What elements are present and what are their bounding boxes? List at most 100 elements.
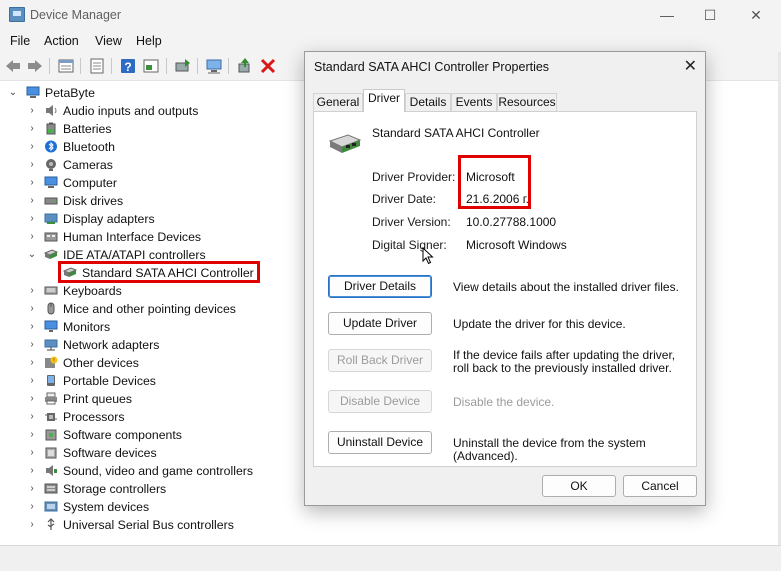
chevron-right-icon[interactable]: ›: [27, 444, 37, 462]
update-driver-description: Update the driver for this device.: [453, 317, 626, 331]
svg-text:!: !: [53, 358, 54, 364]
uninstall-device-description: Uninstall the device from the system (Ad…: [453, 436, 646, 463]
software-component-icon: [45, 429, 57, 441]
provider-date-highlight: [458, 155, 531, 209]
chevron-down-icon[interactable]: ⌄: [8, 84, 18, 102]
chevron-right-icon[interactable]: ›: [27, 174, 37, 192]
monitor-icon: [44, 320, 58, 332]
driver-details-description: View details about the installed driver …: [453, 280, 679, 294]
properties-dialog: Standard SATA AHCI Controller Properties…: [304, 51, 706, 506]
printer-icon: [45, 392, 57, 405]
tree-item-label: Cameras: [63, 158, 113, 172]
update-driver-button[interactable]: Update Driver: [328, 312, 432, 335]
disable-device-button[interactable]: Disable Device: [328, 390, 432, 413]
help-icon[interactable]: ?: [119, 57, 137, 75]
bluetooth-icon: [45, 140, 57, 153]
menu-action[interactable]: Action: [44, 34, 79, 48]
chevron-right-icon[interactable]: ›: [27, 498, 37, 516]
processor-icon: [45, 413, 57, 421]
computer-icon: [26, 86, 40, 98]
driver-provider-label: Driver Provider:: [372, 170, 456, 184]
chevron-right-icon[interactable]: ›: [27, 228, 37, 246]
menu-file[interactable]: File: [10, 34, 30, 48]
chevron-right-icon[interactable]: ›: [27, 516, 37, 534]
chevron-right-icon[interactable]: ›: [27, 426, 37, 444]
ide-controller-icon: [44, 249, 58, 259]
driver-date-label: Driver Date:: [372, 192, 437, 206]
minimize-button[interactable]: —: [652, 5, 682, 25]
tab-details[interactable]: Details: [405, 93, 451, 111]
unknown-device-icon: !: [45, 356, 58, 368]
close-button[interactable]: ✕: [741, 5, 771, 25]
chevron-right-icon[interactable]: ›: [27, 354, 37, 372]
tree-item-label: Network adapters: [63, 338, 160, 352]
update-driver-icon[interactable]: [174, 57, 192, 75]
keyboard-icon: [44, 286, 58, 295]
uninstall-device-button[interactable]: Uninstall Device: [328, 431, 432, 454]
roll-back-driver-description: If the device fails after updating the d…: [453, 348, 676, 375]
back-arrow-icon[interactable]: [4, 57, 22, 75]
show-hidden-icon[interactable]: [88, 57, 106, 75]
tree-item-label: Monitors: [63, 320, 111, 334]
battery-icon: [46, 122, 56, 135]
dialog-close-button[interactable]: ✕: [684, 56, 697, 76]
chevron-right-icon[interactable]: ›: [27, 480, 37, 498]
chevron-right-icon[interactable]: ›: [27, 300, 37, 318]
tab-resources[interactable]: Resources: [497, 93, 557, 111]
chevron-right-icon[interactable]: ›: [27, 156, 37, 174]
tree-item-label: Display adapters: [63, 212, 155, 226]
chevron-right-icon[interactable]: ›: [27, 102, 37, 120]
tree-item-label: System devices: [63, 500, 150, 514]
chevron-right-icon[interactable]: ›: [27, 192, 37, 210]
chevron-right-icon[interactable]: ›: [27, 282, 37, 300]
enable-device-icon[interactable]: [236, 57, 254, 75]
roll-back-driver-button[interactable]: Roll Back Driver: [328, 349, 432, 372]
tree-item-label: Mice and other pointing devices: [63, 302, 236, 316]
tree-item-label: Bluetooth: [63, 140, 115, 154]
scan-hardware-icon[interactable]: [205, 57, 223, 75]
chevron-right-icon[interactable]: ›: [27, 408, 37, 426]
network-adapter-icon: [44, 339, 58, 351]
tree-item-label: Computer: [63, 176, 117, 190]
properties-icon[interactable]: [57, 57, 75, 75]
dialog-title: Standard SATA AHCI Controller Properties: [314, 60, 550, 74]
chevron-right-icon[interactable]: ›: [27, 210, 37, 228]
maximize-button[interactable]: ☐: [695, 5, 725, 25]
chevron-down-icon[interactable]: ⌄: [27, 246, 37, 264]
ok-button[interactable]: OK: [542, 475, 616, 497]
digital-signer-label: Digital Signer:: [372, 238, 447, 252]
disk-drive-icon: [44, 197, 58, 205]
tab-general[interactable]: General: [313, 93, 363, 111]
forward-arrow-icon[interactable]: [26, 57, 44, 75]
selected-device-highlight: [58, 261, 260, 283]
chevron-right-icon[interactable]: ›: [27, 336, 37, 354]
mouse-cursor-icon: [422, 247, 434, 265]
tree-item-label: Storage controllers: [63, 482, 167, 496]
chevron-right-icon[interactable]: ›: [27, 318, 37, 336]
menu-help[interactable]: Help: [136, 34, 162, 48]
cancel-button[interactable]: Cancel: [623, 475, 697, 497]
tree-item-label: Keyboards: [63, 284, 122, 298]
driver-details-button[interactable]: Driver Details: [328, 275, 432, 298]
uninstall-icon[interactable]: [259, 57, 277, 75]
chevron-right-icon[interactable]: ›: [27, 390, 37, 408]
chevron-right-icon[interactable]: ›: [27, 120, 37, 138]
tab-driver[interactable]: Driver: [363, 89, 405, 112]
mouse-icon: [47, 302, 55, 315]
digital-signer-value: Microsoft Windows: [466, 238, 567, 252]
tree-item-label: Sound, video and game controllers: [63, 464, 254, 478]
usb-icon: [47, 518, 55, 530]
chevron-right-icon[interactable]: ›: [27, 138, 37, 156]
chevron-right-icon[interactable]: ›: [27, 462, 37, 480]
device-tree: ⌄ PetaByte › Audio inputs and outputs › Bat…: [0, 84, 300, 544]
tree-item-label: Audio inputs and outputs: [63, 104, 199, 118]
action-view-icon[interactable]: [142, 57, 160, 75]
menu-view[interactable]: View: [95, 34, 122, 48]
portable-device-icon: [47, 375, 55, 386]
tab-events[interactable]: Events: [451, 93, 497, 111]
tree-item-label: Portable Devices: [63, 374, 156, 388]
chevron-right-icon[interactable]: ›: [27, 372, 37, 390]
status-bar: [0, 545, 781, 571]
tree-item-label: Universal Serial Bus controllers: [63, 518, 234, 532]
tree-item-label: Software devices: [63, 446, 157, 460]
